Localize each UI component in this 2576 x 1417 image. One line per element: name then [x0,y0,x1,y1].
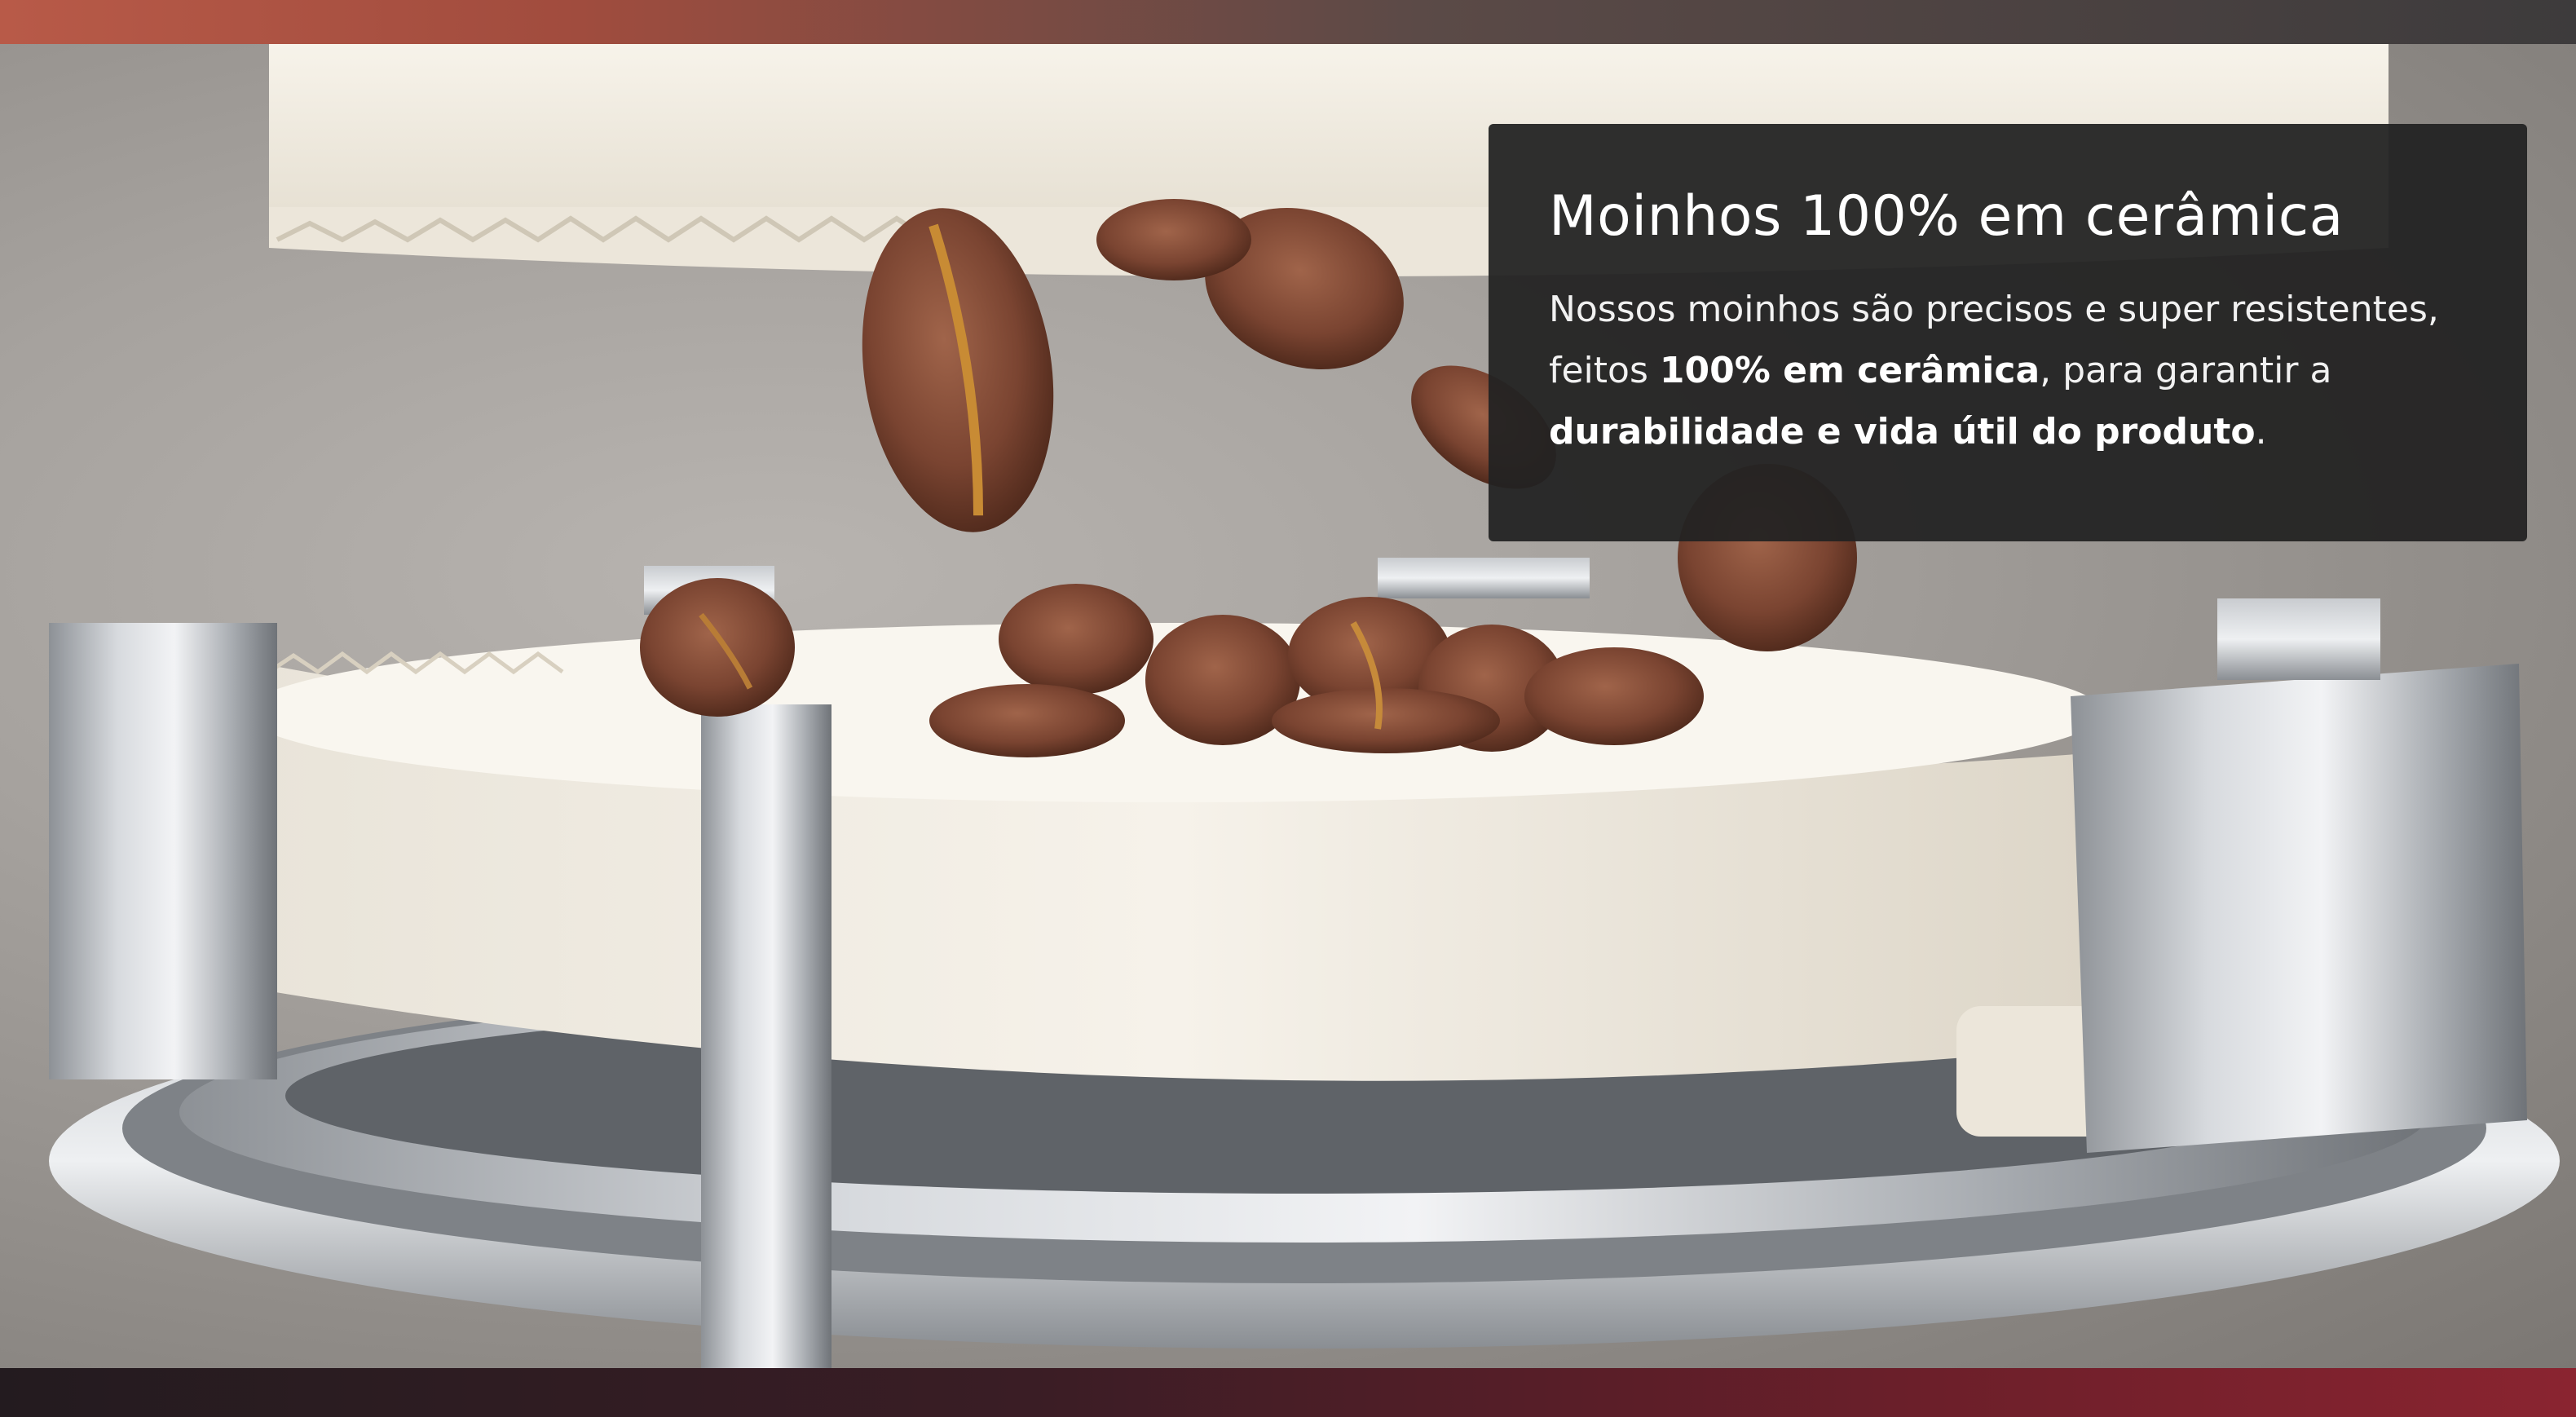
description-highlight: durabilidade e vida útil do produto [1549,411,2256,452]
top-accent-strip [0,0,2576,44]
description-highlight: 100% em cerâmica [1659,350,2040,391]
feature-title: Moinhos 100% em cerâmica [1549,184,2344,249]
hero-banner: Moinhos 100% em cerâmica Nossos moinhos … [0,44,2576,1368]
feature-description: Nossos moinhos são precisos e super resi… [1549,279,2467,462]
description-text: , para garantir a [2040,350,2332,391]
bottom-accent-strip [0,1368,2576,1417]
description-text: . [2255,411,2267,452]
feature-info-card: Moinhos 100% em cerâmica Nossos moinhos … [1489,124,2527,541]
